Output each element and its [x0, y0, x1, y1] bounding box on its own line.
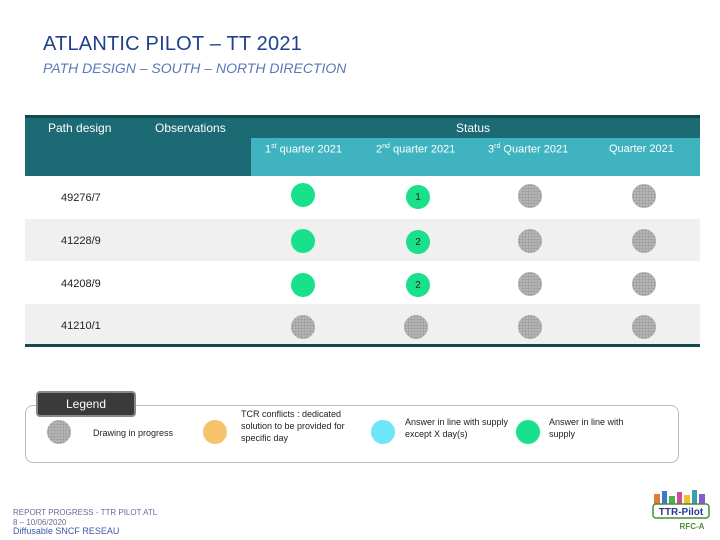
footer-diffusion: Diffusable SNCF RESEAU — [13, 526, 120, 536]
table-row: 44208/9 2 — [25, 262, 700, 305]
row-path-label: 41210/1 — [61, 320, 101, 332]
header-quarter-4: Quarter 2021 — [609, 143, 674, 155]
legend-orange-dot — [203, 420, 227, 444]
header-observations: Observations — [155, 121, 226, 135]
status-dot-q3 — [518, 229, 542, 253]
status-dot-q4 — [632, 315, 656, 339]
quarter-4-text: Quarter 2021 — [609, 143, 674, 155]
page-title: ATLANTIC PILOT – TT 2021 — [43, 33, 302, 55]
status-dot-q4 — [632, 229, 656, 253]
legend-text-in-line: Answer in line with supply — [549, 417, 624, 439]
quarter-2-text: quarter 2021 — [389, 143, 456, 156]
table-bottom-rule — [25, 344, 700, 347]
quarter-2-sup: nd — [382, 143, 390, 150]
header-status: Status — [456, 121, 491, 135]
header-path-design: Path design — [48, 121, 112, 135]
table-row: 41210/1 — [25, 304, 700, 345]
page-subtitle: PATH DESIGN – SOUTH – NORTH DIRECTION — [43, 60, 347, 76]
status-dot-q3 — [518, 272, 542, 296]
status-count-q2: 1 — [415, 192, 421, 203]
footer-report: REPORT PROGRESS - TTR PILOT ATL — [13, 508, 158, 517]
table-header-left — [25, 138, 251, 178]
status-count-q2: 2 — [415, 280, 421, 291]
status-dot-q3 — [518, 315, 542, 339]
legend-text-except: Answer in line with supply except X day(… — [405, 417, 509, 439]
legend-cyan-dot — [371, 420, 395, 444]
header-quarter-2: 2nd quarter 2021 — [376, 143, 455, 156]
logo-text: TTR-Pilot — [659, 507, 704, 518]
legend-grey-dot — [47, 420, 71, 444]
ttr-pilot-logo: TTR-Pilot RFC-A — [652, 490, 710, 531]
row-path-label: 41228/9 — [61, 235, 101, 247]
table-row: 41228/9 2 — [25, 219, 700, 262]
status-dot-q1 — [291, 273, 315, 297]
row-path-label: 44208/9 — [61, 278, 101, 290]
row-path-label: 49276/7 — [61, 192, 101, 204]
legend-text-drawing: Drawing in progress — [93, 428, 174, 438]
quarter-3-text: Quarter 2021 — [500, 143, 569, 156]
legend-title: Legend — [36, 391, 136, 417]
status-dot-q3 — [518, 184, 542, 208]
status-count-q2: 2 — [415, 237, 421, 248]
header-quarter-3: 3rd Quarter 2021 — [488, 143, 568, 156]
status-dot-q1 — [291, 183, 315, 207]
status-dot-q2 — [404, 315, 428, 339]
status-dot-q1 — [291, 229, 315, 253]
legend-green-dot — [516, 420, 540, 444]
status-dot-q4 — [632, 184, 656, 208]
table-row: 49276/7 1 — [25, 176, 700, 219]
quarter-1-text: quarter 2021 — [276, 143, 343, 156]
header-quarter-1: 1st quarter 2021 — [265, 143, 342, 156]
legend-text-tcr: TCR conflicts : dedicated solution to be… — [241, 409, 345, 443]
logo-subtext: RFC-A — [680, 522, 705, 531]
status-dot-q4 — [632, 272, 656, 296]
status-table: Path design Observations Status 1st quar… — [25, 115, 700, 347]
status-dot-q1 — [291, 315, 315, 339]
